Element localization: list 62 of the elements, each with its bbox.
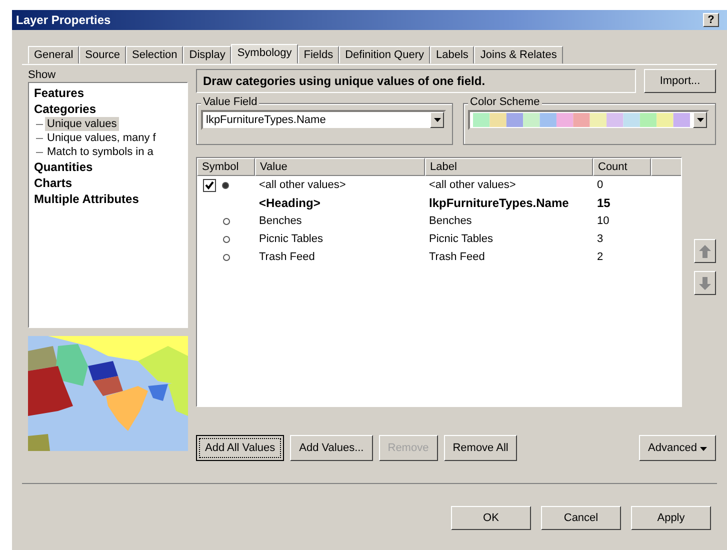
dialog-button[interactable]: OK — [451, 506, 531, 530]
show-label: Show — [28, 69, 57, 82]
action-button[interactable]: Add Values... — [290, 435, 373, 461]
table-cell-text: 10 — [596, 215, 610, 227]
column-header[interactable]: Count — [593, 158, 651, 176]
tree-item[interactable]: Categories — [32, 101, 98, 117]
move-down-button[interactable] — [694, 271, 716, 295]
value-field-label: Value Field — [201, 96, 260, 108]
import-button[interactable]: Import... — [644, 69, 716, 93]
table-cell-text: <Heading> — [258, 196, 322, 210]
tree-item[interactable]: Unique values, many f — [45, 131, 158, 145]
point-symbol-icon — [222, 182, 229, 188]
tab[interactable]: Source — [79, 46, 126, 64]
action-button[interactable]: Add All Values — [196, 435, 284, 461]
tab[interactable]: Labels — [430, 46, 474, 64]
table-cell-text: lkpFurnitureTypes.Name — [428, 196, 570, 210]
tree-item[interactable]: Features — [32, 85, 86, 101]
point-symbol-icon — [223, 236, 230, 242]
tab[interactable]: Symbology — [231, 44, 298, 64]
point-symbol-icon — [223, 254, 230, 260]
color-scheme-label: Color Scheme — [468, 96, 542, 108]
table-cell-text: <all other values> — [258, 179, 347, 191]
up-arrow-icon — [699, 244, 711, 258]
tab[interactable]: General — [28, 46, 80, 64]
column-header[interactable]: Value — [255, 158, 425, 176]
move-up-button[interactable] — [694, 239, 716, 263]
tab[interactable]: Selection — [126, 46, 184, 64]
table-cell-text: 15 — [596, 196, 612, 210]
caret-icon — [700, 447, 707, 451]
table-cell-text: Trash Feed — [428, 251, 486, 263]
help-button[interactable]: ? — [703, 13, 719, 27]
tree-item[interactable]: Charts — [32, 175, 74, 191]
color-scheme-dropdown[interactable] — [468, 110, 709, 130]
tree-item[interactable]: Match to symbols in a — [45, 145, 156, 159]
table-cell-text: 0 — [596, 179, 604, 191]
action-button[interactable]: Remove All — [444, 435, 518, 461]
tab[interactable]: Fields — [298, 46, 340, 64]
point-symbol-icon — [223, 218, 230, 224]
dialog-button[interactable]: Cancel — [541, 506, 621, 530]
tree-item[interactable]: Multiple Attributes — [32, 191, 141, 207]
tab[interactable]: Display — [183, 46, 232, 64]
table-cell-text: 3 — [596, 233, 604, 245]
table-cell-text: <all other values> — [428, 179, 517, 191]
table-cell-text: Trash Feed — [258, 251, 316, 263]
table-cell-text: Picnic Tables — [428, 233, 494, 245]
advanced-button[interactable]: Advanced — [639, 435, 716, 461]
tree-item[interactable]: Quantities — [32, 159, 95, 175]
down-arrow-icon — [699, 276, 711, 290]
column-header[interactable]: Symbol — [197, 158, 255, 176]
window-title: Layer Properties — [16, 13, 111, 27]
table-cell-text: Benches — [428, 215, 473, 227]
checkbox[interactable] — [203, 178, 216, 192]
table-cell-text: 2 — [596, 251, 604, 263]
tab[interactable]: Joins & Relates — [474, 46, 563, 64]
table-cell-text: Benches — [258, 215, 303, 227]
dialog-button[interactable]: Apply — [631, 506, 711, 530]
value-field-dropdown[interactable]: lkpFurnitureTypes.Name — [201, 110, 446, 130]
tree-item[interactable]: Unique values — [45, 117, 119, 131]
tab[interactable]: Definition Query — [339, 46, 430, 64]
description-text: Draw categories using unique values of one field. — [196, 69, 636, 93]
column-header[interactable]: Label — [425, 158, 593, 176]
table-cell-text: Picnic Tables — [258, 233, 324, 245]
